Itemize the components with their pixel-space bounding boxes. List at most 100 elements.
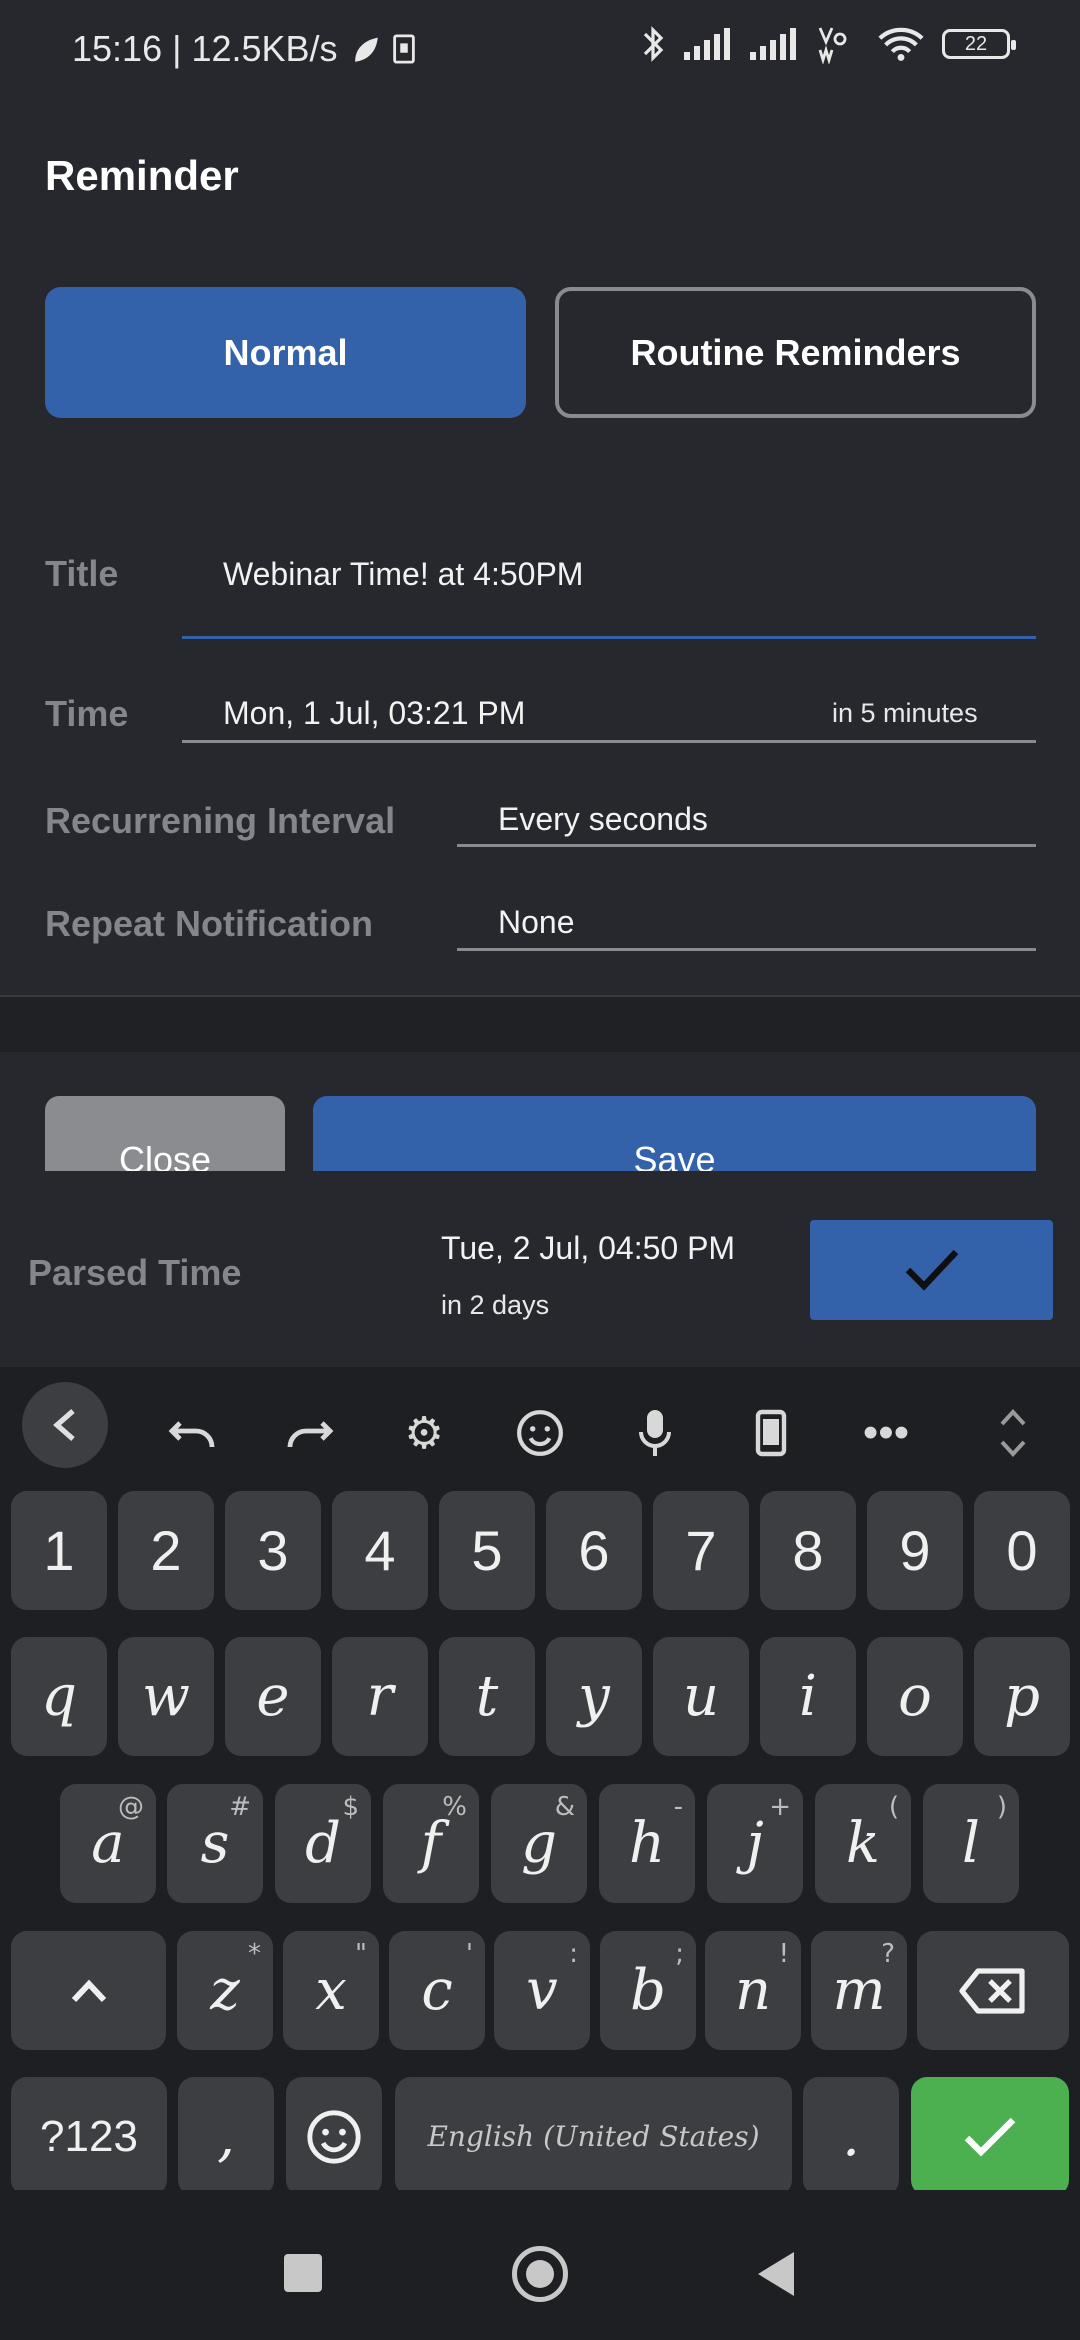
key-k[interactable]: k( (815, 1784, 911, 1903)
check-icon (964, 2117, 1016, 2157)
key-y[interactable]: y (546, 1637, 642, 1756)
key-2[interactable]: 2 (118, 1491, 214, 1610)
title-input[interactable]: Webinar Time! at 4:50PM (223, 556, 583, 593)
keyboard-back-button[interactable] (22, 1382, 108, 1468)
shift-key[interactable] (11, 1931, 166, 2050)
key-l-label: l (962, 1811, 980, 1876)
microphone-icon (639, 1410, 671, 1456)
one-handed-mode-button[interactable] (730, 1392, 812, 1474)
key-8[interactable]: 8 (760, 1491, 856, 1610)
time-field[interactable]: Mon, 1 Jul, 03:21 PM (223, 695, 525, 732)
redo-button[interactable] (268, 1392, 350, 1474)
resize-keyboard-button[interactable] (972, 1392, 1054, 1474)
key-j[interactable]: j + (707, 1784, 803, 1903)
page-title: Reminder (45, 152, 239, 199)
key-6[interactable]: 6 (546, 1491, 642, 1610)
time-label: Time (45, 693, 129, 734)
key-r[interactable]: r (332, 1637, 428, 1756)
key-g[interactable]: g & (491, 1784, 587, 1903)
expand-vertical-icon (1000, 1409, 1026, 1457)
undo-icon (168, 1421, 215, 1448)
title-input-underline (182, 636, 1036, 639)
key-c-label: c (421, 1958, 453, 2023)
repeat-notification-field[interactable]: None (498, 904, 575, 941)
home-circle-icon[interactable] (512, 2246, 568, 2302)
recurring-interval-underline (457, 844, 1036, 847)
key-c[interactable]: c ' (389, 1931, 485, 2050)
settings-button[interactable]: ⚙ (383, 1392, 465, 1474)
key-w[interactable]: w (118, 1637, 214, 1756)
more-options-button[interactable]: ••• (845, 1392, 927, 1474)
letter-row-3: z * x " c ' v: b; n! m? (0, 1931, 1080, 2050)
key-4[interactable]: 4 (332, 1491, 428, 1610)
more-dots-icon: ••• (862, 1408, 910, 1457)
emoji-key[interactable] (286, 2077, 382, 2196)
key-m-label: m (832, 1958, 886, 2023)
vowifi-icon (818, 27, 847, 64)
status-separator: | (172, 28, 182, 69)
key-i[interactable]: i (760, 1637, 856, 1756)
key-h[interactable]: h- (599, 1784, 695, 1903)
key-s-label: s (200, 1811, 230, 1876)
key-b-label: b (630, 1958, 666, 2023)
phone-icon (755, 1409, 787, 1457)
key-0[interactable]: 0 (974, 1491, 1070, 1610)
key-1[interactable]: 1 (11, 1491, 107, 1610)
key-l[interactable]: l) (923, 1784, 1019, 1903)
key-h-label: h (628, 1811, 666, 1876)
key-9[interactable]: 9 (867, 1491, 963, 1610)
comma-key[interactable]: , (178, 2077, 274, 2196)
key-v-label: v (526, 1958, 558, 2023)
key-s[interactable]: s # (167, 1784, 263, 1903)
parsed-time-confirm-button[interactable] (810, 1220, 1053, 1320)
leaf-icon (354, 37, 378, 62)
back-triangle-icon[interactable] (758, 2252, 794, 2296)
key-n[interactable]: n! (705, 1931, 801, 2050)
key-7[interactable]: 7 (653, 1491, 749, 1610)
bluetooth-icon (643, 26, 664, 62)
battery-level: 22 (964, 32, 988, 55)
key-f[interactable]: f% (383, 1784, 479, 1903)
normal-tab-button[interactable]: Normal (45, 287, 526, 418)
shift-caret-icon (71, 1979, 106, 2002)
key-t[interactable]: t (439, 1637, 535, 1756)
form-gap (0, 997, 1080, 1052)
key-z[interactable]: z * (177, 1931, 273, 2050)
time-relative: in 5 minutes (832, 698, 978, 728)
key-x[interactable]: x " (283, 1931, 379, 2050)
letter-row-1: q w e r t y u i o p (0, 1637, 1080, 1756)
recents-square-icon[interactable] (284, 2254, 322, 2292)
key-p[interactable]: p (974, 1637, 1070, 1756)
key-a[interactable]: a @ (60, 1784, 156, 1903)
emoji-toolbar-button[interactable] (499, 1392, 581, 1474)
recurring-interval-field[interactable]: Every seconds (498, 801, 708, 838)
key-o[interactable]: o (867, 1637, 963, 1756)
routine-reminders-tab-button[interactable]: Routine Reminders (555, 287, 1036, 418)
undo-button[interactable] (152, 1392, 234, 1474)
number-row: 1 2 3 4 5 6 7 8 9 0 (0, 1491, 1080, 1610)
wifi-icon (878, 27, 924, 61)
key-e[interactable]: e (225, 1637, 321, 1756)
symbols-key[interactable]: ?123 (11, 2077, 167, 2196)
key-3[interactable]: 3 (225, 1491, 321, 1610)
close-button[interactable]: Close (45, 1096, 285, 1171)
key-5[interactable]: 5 (439, 1491, 535, 1610)
redo-icon (287, 1421, 334, 1448)
key-m[interactable]: m? (811, 1931, 907, 2050)
key-b[interactable]: b; (600, 1931, 696, 2050)
key-k-hint: ( (888, 1792, 899, 1822)
voice-input-button[interactable] (614, 1392, 696, 1474)
key-d[interactable]: d $ (275, 1784, 371, 1903)
key-q[interactable]: q (11, 1637, 107, 1756)
period-key[interactable]: . (803, 2077, 899, 2196)
key-v[interactable]: v: (494, 1931, 590, 2050)
key-f-hint: % (442, 1792, 467, 1822)
enter-key[interactable] (911, 2077, 1069, 2196)
key-z-label: z (210, 1958, 240, 2023)
backspace-key[interactable] (917, 1931, 1069, 2050)
space-key[interactable]: English (United States) (395, 2077, 792, 2196)
key-g-hint: & (554, 1792, 575, 1822)
parsed-time-label: Parsed Time (28, 1252, 242, 1293)
key-u[interactable]: u (653, 1637, 749, 1756)
save-button[interactable]: Save (313, 1096, 1036, 1171)
